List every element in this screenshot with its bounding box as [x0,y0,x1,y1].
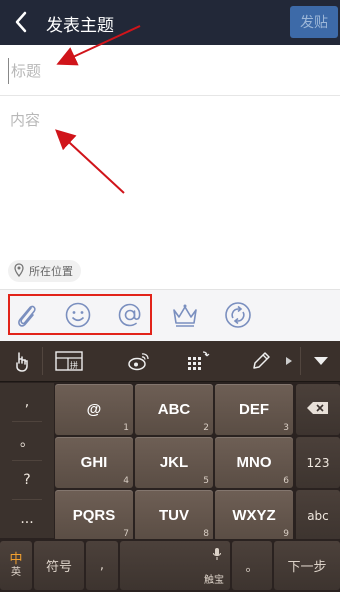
space-key[interactable]: 触宝 [120,541,230,590]
key-3[interactable]: DEF 3 [215,384,293,435]
more-right-icon[interactable] [283,347,295,375]
key-8[interactable]: TUV 8 [135,490,213,541]
crown-icon[interactable] [168,298,202,332]
key-5[interactable]: JKL 5 [135,437,213,488]
svg-text:拼: 拼 [70,360,78,370]
symbol-item[interactable]: ... [0,500,54,538]
grid-icon[interactable] [184,347,212,375]
key-1[interactable]: @1 [55,384,133,435]
arrow-to-title [56,25,141,66]
backspace-icon [306,401,330,418]
location-pin-icon [12,262,26,281]
microphone-icon [212,547,222,565]
language-switch-key[interactable]: 中 英 [0,541,32,590]
symbol-item[interactable]: 。 [0,422,54,460]
symbol-key[interactable]: 符号 [34,541,84,590]
location-chip[interactable]: 所在位置 [8,260,81,282]
key-9[interactable]: WXYZ 9 [215,490,293,541]
backspace-key[interactable] [296,384,340,435]
key-7[interactable]: PQRS 7 [55,490,133,541]
location-label: 所在位置 [29,265,73,278]
next-key[interactable]: 下一步 [274,541,340,590]
key-4[interactable]: GHI 4 [55,437,133,488]
layout-icon[interactable]: 拼 [52,347,86,375]
soft-keyboard: 拼 , 。 ? ... @1 ABC 2 DEF 3 GHI 4 JKL 5 MNO 6 … [0,341,340,592]
numeric-key[interactable]: 123 [296,437,340,488]
symbol-item[interactable]: ? [0,461,54,499]
symbol-column: , 。 ? ... [0,383,54,538]
pencil-icon[interactable] [247,347,275,375]
abc-key[interactable]: abc [296,490,340,541]
weibo-icon[interactable] [125,347,153,375]
space-sub-label: 触宝 [204,575,224,586]
keyboard-toolbar: 拼 [0,341,340,382]
arrow-to-content [55,129,125,194]
refresh-icon[interactable] [221,298,255,332]
language-english-label: 英 [11,567,21,579]
keyboard-bottom-row: 中 英 符号 , 触宝 。 下一步 [0,539,340,592]
key-2[interactable]: ABC 2 [135,384,213,435]
key-6[interactable]: MNO 6 [215,437,293,488]
comma-key[interactable]: , [86,541,118,590]
symbol-item[interactable]: , [0,383,54,421]
hand-pointer-icon[interactable] [6,347,38,375]
dropdown-icon[interactable] [306,347,336,375]
language-chinese-label: 中 [9,551,23,567]
period-key[interactable]: 。 [232,541,272,590]
annotation-arrows [55,25,141,194]
annotation-highlight-box [8,294,152,335]
